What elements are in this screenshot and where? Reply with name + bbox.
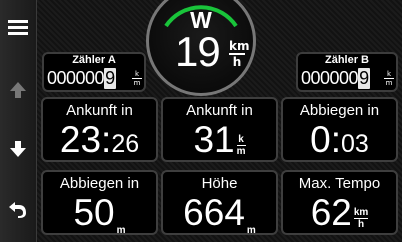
back-button[interactable] xyxy=(0,188,36,228)
tile-title: Ankunft in xyxy=(186,102,253,119)
value-main: 664 xyxy=(183,192,245,233)
trip-counter-a-last-digit: 9 xyxy=(104,68,116,89)
trip-counter-a-unit: k m xyxy=(132,70,142,87)
value-main: 31 xyxy=(193,119,235,160)
trip-counter-a-digits: 000000 xyxy=(47,68,105,88)
unit-bottom: h xyxy=(353,218,369,230)
unit-bottom: h xyxy=(229,53,245,69)
unit-top: k xyxy=(238,134,244,145)
tile-title: Abbiegen in xyxy=(59,175,140,192)
tile-distance-to-destination[interactable]: Ankunft in 31 k m xyxy=(161,97,278,162)
tile-altitude[interactable]: Höhe 664 m xyxy=(161,170,278,235)
tile-title: Höhe xyxy=(201,175,238,192)
menu-icon xyxy=(8,20,28,35)
trip-counter-a-value: 0000009 xyxy=(47,68,116,89)
trip-counter-b-digits: 000000 xyxy=(301,68,359,88)
tile-value: 664 m xyxy=(163,192,276,235)
tile-value: 23:26 xyxy=(43,119,156,160)
scroll-up-button[interactable] xyxy=(0,70,36,110)
unit-bottom: m xyxy=(132,78,142,87)
tile-next-turn-distance[interactable]: Abbiegen in 50 m xyxy=(41,170,158,235)
value-main: 23 xyxy=(59,119,102,160)
unit-top: km xyxy=(353,207,369,218)
value-separator: : xyxy=(330,119,342,160)
back-icon xyxy=(9,202,26,218)
value-separator: : xyxy=(101,119,112,160)
trip-counter-a-label: Zähler A xyxy=(72,54,116,66)
tile-value: 50 m xyxy=(43,192,156,235)
value-main: 0 xyxy=(310,119,331,160)
value-unit: m xyxy=(246,225,256,235)
tile-title: Max. Tempo xyxy=(298,175,381,192)
unit-top: k xyxy=(134,70,140,78)
tile-arrival-time[interactable]: Ankunft in 23:26 xyxy=(41,97,158,162)
tile-max-speed[interactable]: Max. Tempo 62 km h xyxy=(281,170,398,235)
sidebar xyxy=(0,0,37,242)
value-unit: km xyxy=(236,134,246,157)
value-small: 26 xyxy=(111,130,140,158)
trip-computer-screen: Zähler A 0000009 k m Zähler B 0000009 k … xyxy=(0,0,402,242)
trip-counter-b-value: 0000009 xyxy=(301,68,370,89)
trip-counter-b[interactable]: Zähler B 0000009 k m xyxy=(296,52,398,92)
unit-top: k xyxy=(386,70,392,78)
tile-title: Ankunft in xyxy=(66,102,133,119)
value-small: 03 xyxy=(341,130,369,158)
value-main: 62 xyxy=(310,192,352,233)
tile-value: 0:03 xyxy=(283,119,396,160)
value-main: 50 xyxy=(73,192,115,233)
trip-counter-b-unit: k m xyxy=(384,70,394,87)
unit-bottom: m xyxy=(384,78,394,87)
tile-value: 31 k m xyxy=(163,119,276,160)
trip-counter-b-last-digit: 9 xyxy=(358,68,370,89)
menu-button[interactable] xyxy=(0,8,36,48)
arrow-up-icon xyxy=(10,82,26,98)
tile-title: Abbiegen in xyxy=(299,102,380,119)
value-unit: km h xyxy=(353,207,369,230)
arrow-down-icon xyxy=(10,141,26,157)
speed-unit: km h xyxy=(229,39,250,69)
value-unit: m xyxy=(116,225,126,235)
tile-next-turn-time[interactable]: Abbiegen in 0:03 xyxy=(281,97,398,162)
trip-counter-b-label: Zähler B xyxy=(324,54,369,66)
unit-bottom: m xyxy=(236,145,246,157)
current-speed: 19 xyxy=(175,28,221,75)
tile-value: 62 km h xyxy=(283,192,396,233)
compass-speedometer[interactable]: W 19 km h xyxy=(146,0,256,96)
unit-top: km xyxy=(229,39,250,53)
scroll-down-button[interactable] xyxy=(0,129,36,169)
trip-counter-a[interactable]: Zähler A 0000009 k m xyxy=(42,52,146,92)
